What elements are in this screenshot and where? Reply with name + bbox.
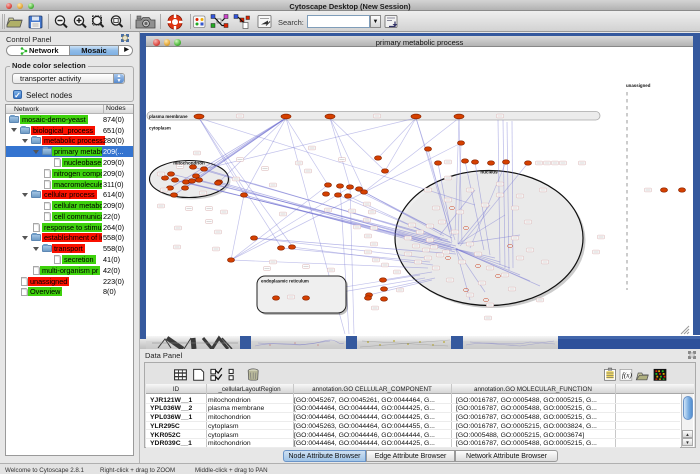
svg-text:cytoplasm: cytoplasm [149, 126, 171, 131]
svg-text:unassigned: unassigned [626, 83, 651, 88]
svg-text:plasma membrane: plasma membrane [149, 114, 188, 119]
svg-text:endoplasmic reticulum: endoplasmic reticulum [261, 279, 309, 284]
svg-text:f(x): f(x) [622, 372, 633, 380]
svg-text:nucleus: nucleus [480, 170, 498, 175]
